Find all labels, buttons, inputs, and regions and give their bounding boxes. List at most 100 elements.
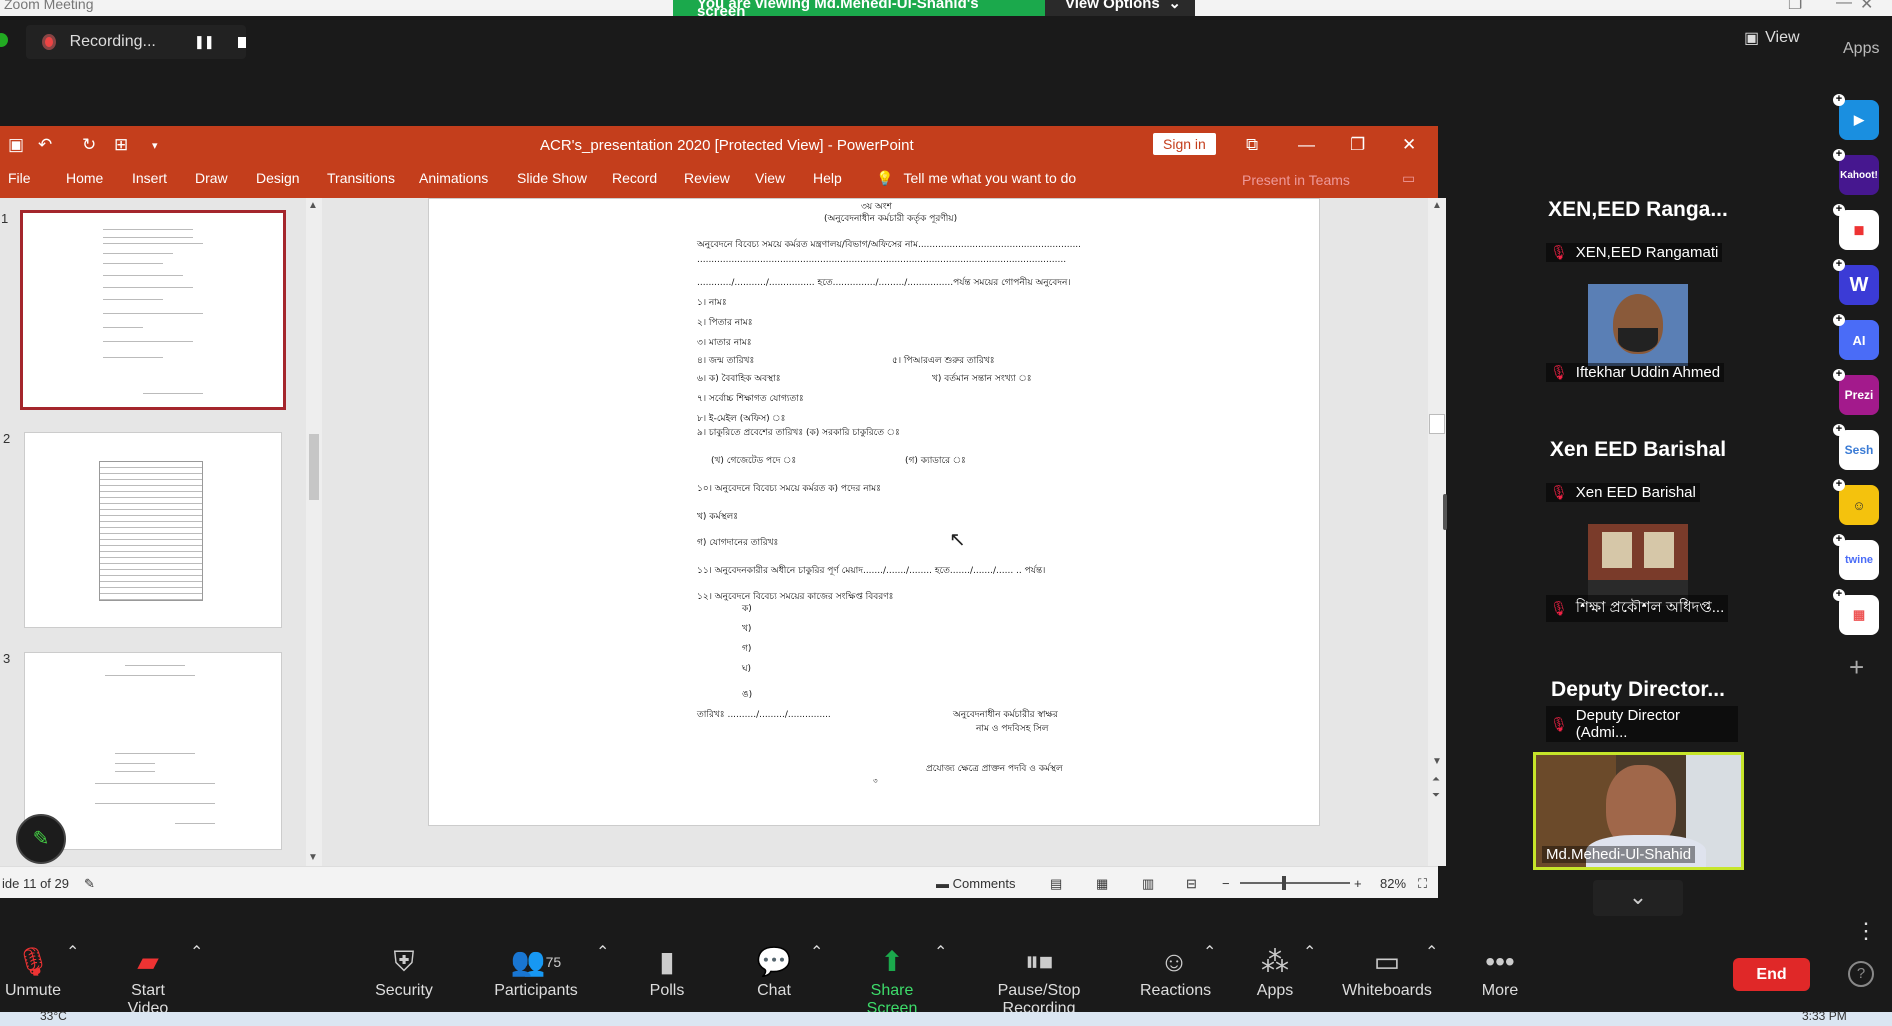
slide-thumbnail-1[interactable]: 1 [1, 210, 286, 410]
scroll-up-icon[interactable]: ▲ [1432, 200, 1442, 211]
taskbar-clock[interactable]: 3:33 PM [1802, 1009, 1847, 1023]
customize-toolbar-icon[interactable]: ▾ [152, 139, 158, 152]
active-speaker-tile[interactable]: Md.Mehedi-Ul-Shahid [1533, 752, 1744, 870]
redo-icon[interactable]: ↻ [82, 135, 96, 155]
zoom-in-icon[interactable]: + [1354, 876, 1362, 891]
slide-thumbnail-2[interactable]: 2 [3, 431, 282, 628]
emoji-app-icon[interactable]: + ☺ [1833, 479, 1879, 525]
apps-caret[interactable]: ⌃ [1303, 942, 1316, 962]
undo-icon[interactable]: ↶ [38, 135, 52, 155]
prezi-icon[interactable]: + Prezi [1833, 369, 1879, 415]
participant-tile[interactable]: 🎙 শিক্ষা প্রকৌশল অধিদপ্ত... [1538, 516, 1738, 626]
security-button[interactable]: ⛨ Security [373, 942, 435, 1000]
close-icon[interactable]: ✕ [1860, 0, 1873, 14]
slide-sorter-icon[interactable]: ▦ [1096, 876, 1108, 892]
app-icon-1[interactable]: + ▶ [1833, 94, 1879, 140]
next-slide-icon[interactable]: ⏷ [1432, 790, 1440, 801]
scroll-up-icon[interactable]: ▲ [308, 200, 318, 211]
start-video-button[interactable]: ▰ Start Video [110, 942, 186, 1018]
participants-caret[interactable]: ⌃ [596, 942, 609, 962]
unmute-button[interactable]: 🎙 Unmute [4, 942, 62, 1000]
reading-view-icon[interactable]: ▥ [1142, 876, 1154, 892]
stop-recording-icon[interactable] [237, 36, 246, 48]
apps-button[interactable]: ⁂ Apps [1254, 942, 1296, 1000]
ppt-minimize-icon[interactable]: — [1298, 135, 1315, 155]
help-icon[interactable]: ? [1848, 961, 1874, 987]
zoom-level[interactable]: 82% [1380, 876, 1406, 891]
weather-widget[interactable]: 33°C [40, 1009, 67, 1023]
apps-rail-label[interactable]: Apps [1843, 40, 1879, 58]
share-screen-button[interactable]: ⬆ Share Screen [846, 942, 938, 1018]
participant-tile[interactable]: Deputy Director... 🎙 Deputy Director (Ad… [1538, 636, 1738, 746]
present-in-teams[interactable]: Present in Teams [1242, 172, 1350, 188]
gallery-scroll-down-icon[interactable]: ⌄ [1593, 880, 1683, 916]
tab-view[interactable]: View [755, 170, 785, 186]
share-caret[interactable]: ⌃ [934, 942, 947, 962]
current-slide[interactable]: ৩য় অংশ (অনুবেদনাধীন কর্মচারী কর্তৃক পূর… [428, 198, 1320, 826]
tab-slide-show[interactable]: Slide Show [517, 170, 587, 186]
chat-caret[interactable]: ⌃ [810, 942, 823, 962]
slideshow-view-icon[interactable]: ⊟ [1186, 876, 1197, 892]
whiteboards-caret[interactable]: ⌃ [1425, 942, 1438, 962]
tab-review[interactable]: Review [684, 170, 730, 186]
normal-view-icon[interactable]: ▤ [1050, 876, 1062, 892]
tell-me-search[interactable]: 💡 Tell me what you want to do [876, 170, 1076, 187]
twine-icon[interactable]: + twine [1833, 534, 1879, 580]
zoom-out-icon[interactable]: − [1222, 876, 1230, 891]
view-button[interactable]: ▣ View [1744, 28, 1800, 48]
annotate-pen-icon[interactable]: ✎ [16, 814, 66, 864]
participant-tile[interactable]: 🎙 Iftekhar Uddin Ahmed [1538, 276, 1738, 386]
end-meeting-button[interactable]: End [1733, 958, 1810, 991]
pause-stop-recording-button[interactable]: ⏸⏹ Pause/Stop Recording [962, 942, 1116, 1018]
ppt-close-icon[interactable]: ✕ [1402, 135, 1416, 155]
thumbnail-scroll-thumb[interactable] [309, 434, 319, 500]
thumbnail-scrollbar[interactable]: ▲ ▼ [306, 198, 322, 866]
tab-design[interactable]: Design [256, 170, 300, 186]
previous-slide-icon[interactable]: ⏶ [1432, 774, 1440, 785]
tab-transitions[interactable]: Transitions [327, 170, 395, 186]
add-app-icon[interactable]: + [1849, 652, 1864, 683]
grid-app-icon[interactable]: + ▦ [1833, 589, 1879, 635]
reactions-caret[interactable]: ⌃ [1203, 942, 1216, 962]
participant-tile[interactable]: XEN,EED Ranga... 🎙 XEN,EED Rangamati [1538, 156, 1738, 266]
accessibility-icon[interactable]: ✎ [84, 876, 95, 892]
tab-file[interactable]: File [8, 170, 31, 186]
ribbon-display-icon[interactable]: ⧉ [1246, 135, 1258, 155]
ai-app-icon[interactable]: + AI [1833, 314, 1879, 360]
comments-button[interactable]: ▬ Comments [936, 876, 1015, 891]
view-options-button[interactable]: View Options ⌄ [1045, 0, 1195, 16]
zoom-slider-thumb[interactable] [1282, 876, 1286, 890]
slide-scrollbar[interactable]: ▲ ▼ ⏶ ⏷ [1428, 198, 1446, 866]
reactions-button[interactable]: ☺ Reactions [1140, 942, 1211, 1000]
app-icon-3[interactable]: + ◼ [1833, 204, 1879, 250]
video-options-caret[interactable]: ⌃ [190, 942, 203, 962]
slide-thumbnail-3[interactable]: 3 [3, 651, 282, 850]
fit-slide-icon[interactable]: ⛶ [1418, 876, 1427, 892]
participants-button[interactable]: 👥75 Participants [494, 942, 578, 1000]
more-options-icon[interactable]: ⋮ [1855, 918, 1877, 944]
w-app-icon[interactable]: + W [1833, 259, 1879, 305]
tab-home[interactable]: Home [66, 170, 103, 186]
tab-draw[interactable]: Draw [195, 170, 228, 186]
scroll-down-icon[interactable]: ▼ [1432, 756, 1442, 767]
panel-resize-handle[interactable] [1443, 494, 1447, 530]
audio-options-caret[interactable]: ⌃ [66, 942, 79, 962]
save-icon[interactable]: ▣ [8, 135, 24, 155]
sesh-icon[interactable]: + Sesh [1833, 424, 1879, 470]
maximize-icon[interactable]: ❐ [1788, 0, 1802, 14]
sign-in-button[interactable]: Sign in [1153, 133, 1216, 155]
zoom-slider[interactable] [1240, 882, 1350, 884]
tab-insert[interactable]: Insert [132, 170, 167, 186]
pause-recording-icon[interactable]: ❚❚ [194, 34, 215, 50]
polls-button[interactable]: ▮ Polls [644, 942, 690, 1000]
whiteboards-button[interactable]: ▭ Whiteboards [1342, 942, 1432, 1000]
slide-scroll-thumb[interactable] [1429, 414, 1445, 434]
present-from-start-icon[interactable]: ⊞ [114, 135, 128, 155]
scroll-down-icon[interactable]: ▼ [308, 852, 318, 863]
tab-record[interactable]: Record [612, 170, 657, 186]
kahoot-icon[interactable]: + Kahoot! [1833, 149, 1879, 195]
tab-animations[interactable]: Animations [419, 170, 488, 186]
more-button[interactable]: ••• More [1479, 942, 1521, 1000]
tab-help[interactable]: Help [813, 170, 842, 186]
participant-tile[interactable]: Xen EED Barishal 🎙 Xen EED Barishal [1538, 396, 1738, 506]
